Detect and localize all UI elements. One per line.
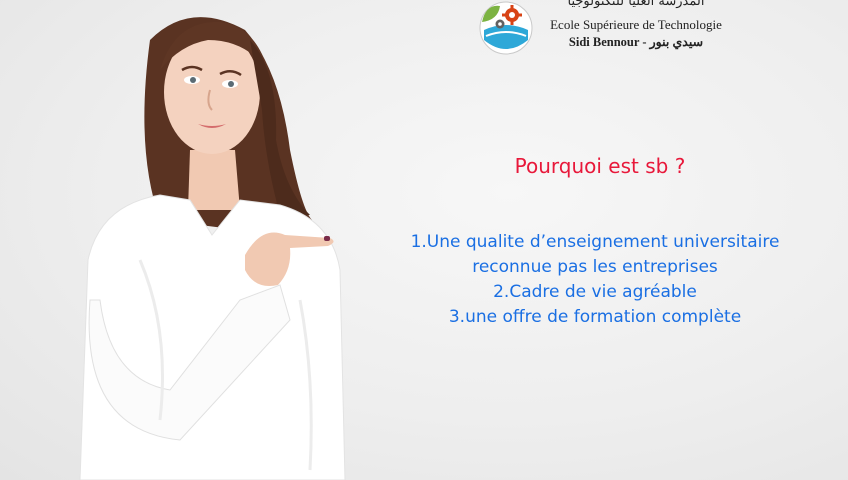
logo-school-name: Ecole Supérieure de Technologie	[550, 17, 722, 32]
reason-line-3: 2.Cadre de vie agréable	[493, 282, 697, 302]
reason-line-1: 1.Une qualite d’enseignement universitai…	[410, 232, 780, 252]
gear-leaf-wave-logo-icon	[479, 1, 533, 55]
school-logo: المدرسة العليا للتكنولوجيا Ecole Supérie…	[476, 0, 736, 58]
reason-line-2: reconnue pas les entreprises	[472, 257, 718, 277]
reasons-list: 1.Une qualite d’enseignement universitai…	[352, 230, 838, 330]
question-heading: Pourquoi est sb ?	[514, 154, 686, 178]
reason-line-4: 3.une offre de formation complète	[448, 307, 742, 327]
logo-arabic-title: المدرسة العليا للتكنولوجيا	[567, 0, 705, 9]
logo-city: Sidi Bennour - سيدي بنور	[568, 35, 704, 49]
woman-pointing-photo	[79, 17, 346, 480]
